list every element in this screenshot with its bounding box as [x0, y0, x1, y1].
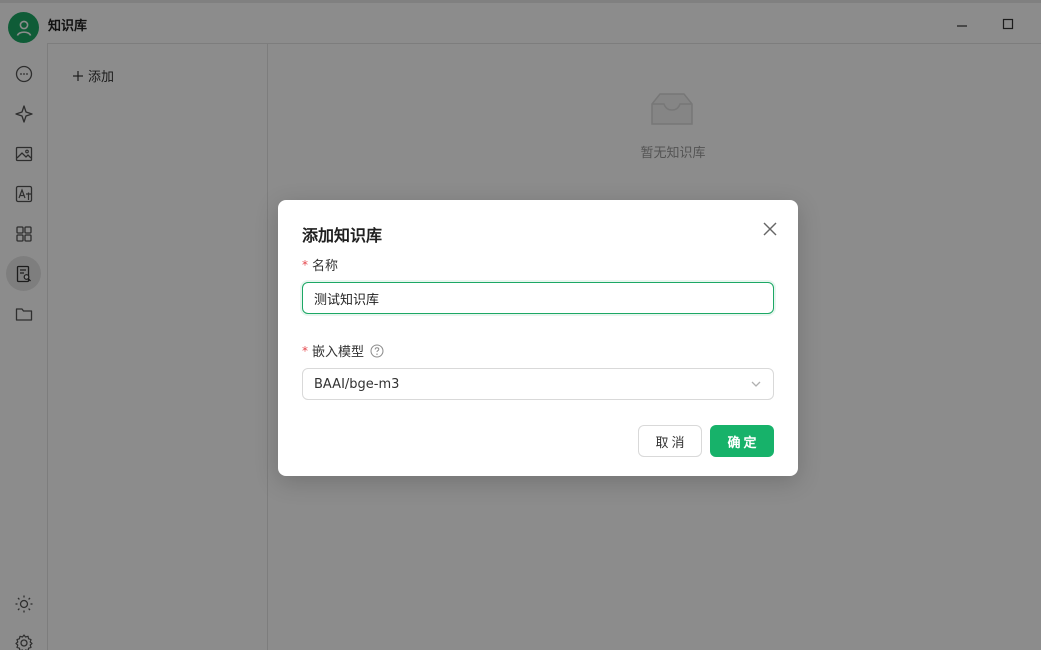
embedding-model-select[interactable]: BAAI/bge-m3 — [302, 368, 774, 400]
chevron-down-icon — [751, 381, 761, 387]
dialog-close-button[interactable] — [759, 218, 781, 240]
cancel-button[interactable]: 取消 — [638, 425, 702, 457]
model-label-text: 嵌入模型 — [312, 345, 365, 360]
confirm-button[interactable]: 确定 — [710, 425, 774, 457]
add-knowledge-dialog: 添加知识库 * 名称 * 嵌入模型 BAAI/bge-m3 — [278, 200, 798, 476]
required-mark-icon: * — [302, 257, 308, 272]
model-field-label: * 嵌入模型 — [302, 341, 384, 360]
close-icon — [763, 222, 777, 236]
app-window: 知识库 添加 暂无知识库 添加知识库 * 名称 测试知识库 * 嵌入模型 BAA… — [0, 0, 1041, 650]
embedding-model-value: BAAI/bge-m3 — [314, 376, 400, 392]
required-mark-icon: * — [302, 343, 308, 358]
name-field-label: * 名称 — [302, 255, 339, 275]
name-label-text: 名称 — [312, 259, 339, 274]
help-circle-icon[interactable] — [370, 344, 384, 358]
dialog-title: 添加知识库 — [302, 226, 383, 245]
name-input[interactable] — [302, 282, 774, 314]
